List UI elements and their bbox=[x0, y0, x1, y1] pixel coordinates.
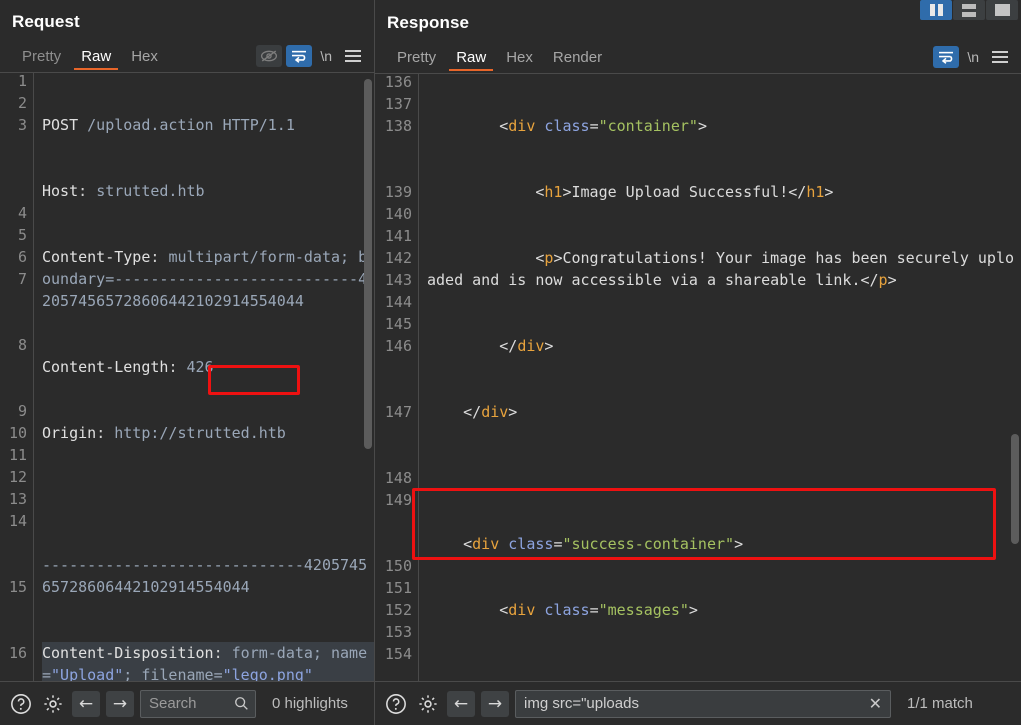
hamburger-icon[interactable] bbox=[340, 45, 366, 67]
code-line: <div class="messages"> bbox=[427, 599, 1021, 621]
code-line: Host: strutted.htb bbox=[42, 180, 374, 202]
gear-icon[interactable] bbox=[415, 691, 441, 717]
response-footer-toolbar: ← → ✕ 1/1 match bbox=[375, 681, 1021, 725]
request-tabbar: Pretty Raw Hex \n bbox=[0, 39, 374, 72]
code-line bbox=[42, 488, 374, 510]
request-pane: Request Pretty Raw Hex \n 1 2 bbox=[0, 0, 374, 725]
request-footer-toolbar: ← → 0 highlights bbox=[0, 681, 374, 725]
response-code[interactable]: <div class="container"> <h1>Image Upload… bbox=[419, 74, 1021, 681]
response-pane: Response Pretty Raw Hex Render \n 136 13… bbox=[374, 0, 1021, 725]
help-icon[interactable] bbox=[383, 691, 409, 717]
request-highlight-status: 0 highlights bbox=[262, 695, 348, 712]
response-match-status: 1/1 match bbox=[897, 695, 973, 712]
split-vertical-icon bbox=[930, 4, 943, 16]
code-line: Content-Length: 426 bbox=[42, 356, 374, 378]
request-tab-tools: \n bbox=[256, 45, 374, 72]
request-title: Request bbox=[0, 0, 374, 39]
response-search-input[interactable] bbox=[524, 695, 867, 712]
arrow-left-icon[interactable]: ← bbox=[447, 691, 475, 717]
response-tabbar: Pretty Raw Hex Render \n bbox=[375, 40, 1021, 73]
eye-off-icon[interactable] bbox=[256, 45, 282, 67]
hamburger-lines bbox=[345, 50, 361, 62]
tab-response-render[interactable]: Render bbox=[543, 46, 612, 73]
tab-request-raw[interactable]: Raw bbox=[71, 45, 121, 72]
code-line bbox=[427, 665, 1021, 681]
response-editor[interactable]: 136 137 138 139 140 141 142 143 144 145 … bbox=[375, 73, 1021, 681]
response-gutter: 136 137 138 139 140 141 142 143 144 145 … bbox=[375, 74, 419, 681]
response-tab-tools: \n bbox=[933, 46, 1021, 73]
tab-response-hex[interactable]: Hex bbox=[496, 46, 543, 73]
response-search-box[interactable]: ✕ bbox=[515, 690, 891, 718]
close-icon[interactable]: ✕ bbox=[867, 694, 884, 714]
hamburger-lines bbox=[992, 51, 1008, 63]
layout-single-pane-button[interactable] bbox=[986, 0, 1018, 20]
code-line: Origin: http://strutted.htb bbox=[42, 422, 374, 444]
arrow-left-icon[interactable]: ← bbox=[72, 691, 100, 717]
newline-toggle[interactable]: \n bbox=[316, 48, 336, 64]
burp-message-editor: Request Pretty Raw Hex \n 1 2 bbox=[0, 0, 1021, 725]
code-line: </div> bbox=[427, 401, 1021, 423]
layout-split-horizontal-button[interactable] bbox=[953, 0, 985, 20]
code-line: <h1>Image Upload Successful!</h1> bbox=[427, 181, 1021, 203]
response-vscrollbar[interactable] bbox=[1011, 434, 1019, 544]
tab-response-pretty[interactable]: Pretty bbox=[387, 46, 446, 73]
help-icon[interactable] bbox=[8, 691, 34, 717]
code-line bbox=[427, 467, 1021, 489]
code-line: </div> bbox=[427, 335, 1021, 357]
arrow-right-icon[interactable]: → bbox=[106, 691, 134, 717]
tab-response-raw[interactable]: Raw bbox=[446, 46, 496, 73]
split-horizontal-icon bbox=[962, 4, 976, 17]
layout-buttons bbox=[920, 0, 1018, 20]
code-line: POST /upload.action HTTP/1.1 bbox=[42, 114, 374, 136]
request-code[interactable]: POST /upload.action HTTP/1.1 Host: strut… bbox=[34, 73, 374, 681]
code-line: <p>Congratulations! Your image has been … bbox=[427, 247, 1021, 291]
word-wrap-icon[interactable] bbox=[286, 45, 312, 67]
request-search-input[interactable] bbox=[149, 695, 234, 712]
code-line: <div class="success-container"> bbox=[427, 533, 1021, 555]
tab-request-hex[interactable]: Hex bbox=[121, 45, 168, 72]
request-search-box[interactable] bbox=[140, 690, 256, 718]
request-gutter: 1 2 3 4 5 6 7 8 9 10 11 12 13 14 15 bbox=[0, 73, 34, 681]
newline-toggle[interactable]: \n bbox=[963, 49, 983, 65]
hamburger-icon[interactable] bbox=[987, 46, 1013, 68]
single-pane-icon bbox=[995, 4, 1010, 16]
magnifier-icon bbox=[234, 696, 249, 711]
request-vscrollbar[interactable] bbox=[364, 79, 372, 449]
word-wrap-icon[interactable] bbox=[933, 46, 959, 68]
code-line: Content-Disposition: form-data; name="Up… bbox=[42, 642, 374, 681]
code-line: Content-Type: multipart/form-data; bound… bbox=[42, 246, 374, 312]
arrow-right-icon[interactable]: → bbox=[481, 691, 509, 717]
layout-split-vertical-button[interactable] bbox=[920, 0, 952, 20]
gear-icon[interactable] bbox=[40, 691, 66, 717]
tab-request-pretty[interactable]: Pretty bbox=[12, 45, 71, 72]
code-line: <div class="container"> bbox=[427, 115, 1021, 137]
request-editor[interactable]: 1 2 3 4 5 6 7 8 9 10 11 12 13 14 15 bbox=[0, 72, 374, 681]
code-line: -----------------------------42057456572… bbox=[42, 554, 374, 598]
